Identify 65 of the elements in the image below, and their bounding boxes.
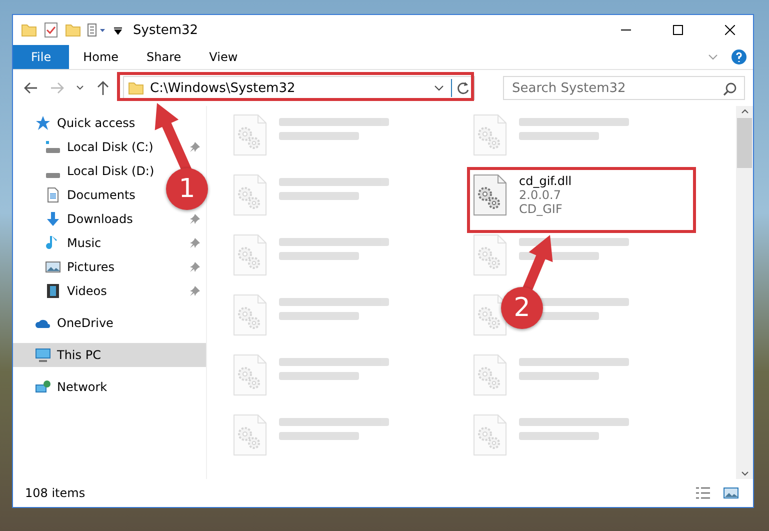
pin-icon[interactable] <box>190 238 200 248</box>
star-icon <box>35 115 51 131</box>
film-icon <box>45 283 61 299</box>
gear-file-icon <box>473 234 507 276</box>
folder-icon <box>128 80 144 96</box>
gear-file-icon <box>233 114 267 156</box>
picture-icon <box>723 485 739 501</box>
sidebar-item[interactable]: Network <box>13 375 206 399</box>
close-icon <box>725 25 735 35</box>
folder-icon <box>65 22 81 38</box>
picture-icon <box>45 259 61 275</box>
sidebar-item[interactable]: Music <box>45 231 108 255</box>
address-field[interactable]: C:\Windows\System32 <box>123 76 475 100</box>
help-icon <box>731 49 747 65</box>
sidebar-item[interactable]: OneDrive <box>13 311 206 335</box>
caret-icon <box>113 25 123 35</box>
gear-file-icon <box>233 294 267 336</box>
gear-file-icon <box>233 234 267 276</box>
download-icon <box>45 211 61 227</box>
gear-file-icon <box>233 174 267 216</box>
sidebar-item[interactable]: Documents <box>45 183 142 207</box>
sidebar-item[interactable]: Local Disk (C:) <box>45 135 160 159</box>
maximize-icon <box>673 25 683 35</box>
gear-file-icon <box>473 174 507 216</box>
sidebar-item[interactable]: Pictures <box>45 255 121 279</box>
search-icon <box>723 82 737 96</box>
file-detail: CD_GIF <box>519 202 564 216</box>
file-name[interactable]: cd_gif.dll <box>519 174 572 188</box>
arrow-left-icon <box>23 80 39 96</box>
sidebar-item[interactable]: Videos <box>45 279 113 303</box>
drive-icon <box>46 173 60 178</box>
list-icon <box>695 485 711 501</box>
window-title: System32 <box>133 22 200 38</box>
network-icon <box>35 379 51 395</box>
sidebar-item[interactable]: Local Disk (D:) <box>45 159 160 183</box>
checklist-icon <box>43 22 59 38</box>
address-path: C:\Windows\System32 <box>150 80 296 96</box>
ribbon-tab[interactable]: Share <box>132 45 196 69</box>
gear-file-icon <box>473 294 507 336</box>
arrow-up-icon <box>95 80 111 96</box>
item-count: 108 items <box>25 486 86 500</box>
sidebar-item[interactable]: Quick access <box>13 111 206 135</box>
document-icon <box>45 187 61 203</box>
search-field[interactable]: Search System32 <box>503 76 745 100</box>
gear-file-icon <box>473 354 507 396</box>
sidebar-item[interactable]: Downloads <box>45 207 139 231</box>
file-detail: 2.0.0.7 <box>519 188 562 202</box>
gear-file-icon <box>233 354 267 396</box>
scrollbar-thumb[interactable] <box>737 118 752 168</box>
folder-icon <box>21 22 37 38</box>
gear-file-icon <box>473 114 507 156</box>
gear-file-icon <box>473 414 507 456</box>
properties-icon <box>87 22 107 38</box>
gear-file-icon <box>233 414 267 456</box>
arrow-right-icon <box>49 80 65 96</box>
ribbon-tab[interactable]: View <box>195 45 252 69</box>
drive-icon <box>46 141 60 153</box>
pin-icon[interactable] <box>190 142 200 152</box>
pin-icon[interactable] <box>190 262 200 272</box>
pin-icon[interactable] <box>190 214 200 224</box>
monitor-icon <box>35 347 51 363</box>
refresh-icon <box>456 81 470 95</box>
sidebar-item[interactable]: This PC <box>13 343 206 367</box>
pin-icon[interactable] <box>190 286 200 296</box>
ribbon-tab[interactable]: Home <box>69 45 133 69</box>
